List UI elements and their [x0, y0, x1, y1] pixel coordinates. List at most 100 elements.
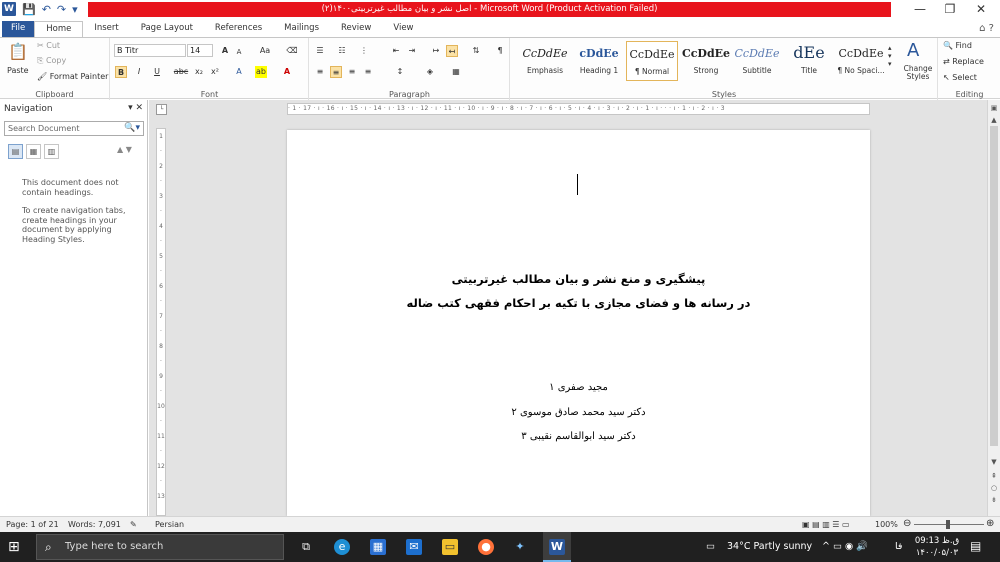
ltr-icon[interactable]: ↦ — [430, 45, 442, 57]
weather-icon[interactable]: ▭ — [706, 541, 715, 552]
word-app-icon[interactable]: W — [2, 2, 16, 16]
tab-home[interactable]: Home — [34, 21, 84, 37]
firefox-icon[interactable]: ● — [478, 539, 494, 555]
undo-icon[interactable]: ↶ — [42, 3, 51, 16]
styles-scroll-icon[interactable]: ▴ ▾ ▾ — [888, 44, 892, 68]
style-heading-1[interactable]: cDdEe Heading 1 — [573, 41, 625, 81]
copy-button[interactable]: ⎘ Copy — [37, 56, 66, 66]
navigation-arrows-icon[interactable]: ▲ ▼ — [117, 145, 132, 154]
tab-insert[interactable]: Insert — [83, 21, 129, 37]
superscript-button[interactable]: x² — [209, 66, 221, 78]
underline-button[interactable]: U — [151, 66, 163, 78]
customize-qat-icon[interactable]: ▾ — [72, 3, 78, 16]
style-normal[interactable]: CcDdEe ¶ Normal — [626, 41, 678, 81]
shrink-font-button[interactable]: A — [233, 46, 245, 58]
notifications-icon[interactable]: ▤ — [970, 539, 981, 553]
mail-icon[interactable]: ✉ — [406, 539, 422, 555]
cut-button[interactable]: ✂ Cut — [37, 41, 60, 50]
file-explorer-icon[interactable]: ▭ — [442, 539, 458, 555]
align-left-icon[interactable]: ≡ — [314, 66, 326, 78]
redo-icon[interactable]: ↷ — [57, 3, 66, 16]
tab-file[interactable]: File — [2, 21, 35, 37]
style-subtitle[interactable]: CcDdEe Subtitle — [731, 41, 783, 81]
change-case-button[interactable]: Aa — [257, 45, 273, 57]
zoom-out-icon[interactable]: ⊖ — [903, 518, 911, 529]
justify-icon[interactable]: ≡ — [362, 66, 374, 78]
paste-icon[interactable]: 📋 — [8, 42, 28, 61]
subscript-button[interactable]: x₂ — [193, 66, 205, 78]
change-styles-icon[interactable]: A — [907, 40, 919, 61]
horizontal-ruler[interactable]: · 1 · 17 · ı · 16 · ı · 15 · ı · 14 · ı … — [287, 103, 870, 115]
search-icon[interactable]: 🔍▾ — [124, 122, 140, 135]
align-center-icon[interactable]: ≡ — [330, 66, 342, 78]
scroll-up-icon[interactable]: ▲ — [988, 114, 1000, 126]
scroll-down-icon[interactable]: ▼ — [988, 456, 1000, 468]
strikethrough-button[interactable]: abc — [173, 66, 189, 78]
pages-tab-icon[interactable]: ▦ — [26, 144, 41, 159]
app-icon[interactable]: ✦ — [512, 539, 528, 555]
taskbar-search-input[interactable]: ⌕ Type here to search — [36, 534, 284, 560]
minimize-button[interactable]: — — [905, 2, 935, 16]
paste-button[interactable]: Paste — [7, 66, 29, 75]
tab-view[interactable]: View — [382, 21, 424, 37]
clock[interactable]: 09:13 ق.ظ ۱۴۰۰/۰۵/۰۳ — [912, 535, 962, 559]
headings-tab-icon[interactable]: ▤ — [8, 144, 23, 159]
scrollbar-thumb[interactable] — [990, 126, 998, 446]
page-count[interactable]: Page: 1 of 21 — [6, 520, 59, 529]
windows-start-icon[interactable]: ⊞ — [8, 539, 20, 555]
bullets-icon[interactable]: ☰ — [314, 45, 326, 57]
format-painter-button[interactable]: 🖌 Format Painter — [37, 72, 108, 81]
results-tab-icon[interactable]: ▥ — [44, 144, 59, 159]
rtl-icon[interactable]: ↤ — [446, 45, 458, 57]
clear-formatting-icon[interactable]: ⌫ — [286, 45, 298, 57]
tray-icons[interactable]: ^ ▭ ◉ 🔊 — [822, 541, 868, 552]
restore-button[interactable]: ❐ — [935, 2, 965, 16]
borders-icon[interactable]: ▦ — [450, 66, 462, 78]
tab-page-layout[interactable]: Page Layout — [130, 21, 204, 37]
browse-object-icon[interactable]: ○ — [988, 482, 1000, 494]
decrease-indent-icon[interactable]: ⇤ — [390, 45, 402, 57]
proofing-icon[interactable]: ✎ — [130, 520, 137, 529]
document-title-line-2[interactable]: در رسانه ها و فضای مجازی با تکیه بر احکا… — [287, 296, 870, 310]
input-language[interactable]: فا — [895, 541, 902, 552]
ruler-toggle-icon[interactable]: ▣ — [988, 102, 1000, 114]
change-styles-button[interactable]: Change Styles — [901, 65, 935, 81]
document-author-3[interactable]: دکتر سید ابوالقاسم نقیبی ۳ — [287, 431, 870, 442]
document-title-line-1[interactable]: پیشگیری و منع نشر و بیان مطالب غیرتربیتی — [287, 272, 870, 286]
store-icon[interactable]: ▦ — [370, 539, 386, 555]
navigation-search-input[interactable]: Search Document 🔍▾ — [4, 121, 144, 136]
navigation-close-icon[interactable]: ▾ ✕ — [128, 103, 143, 113]
italic-button[interactable]: I — [133, 66, 145, 78]
highlight-icon[interactable]: ab — [255, 66, 267, 78]
grow-font-button[interactable]: A — [219, 45, 231, 57]
zoom-level[interactable]: 100% — [875, 520, 898, 529]
show-hide-button[interactable]: ¶ — [494, 45, 506, 57]
line-spacing-icon[interactable]: ↕ — [394, 66, 406, 78]
weather-text[interactable]: 34°C Partly sunny — [727, 541, 812, 552]
previous-page-icon[interactable]: ⇞ — [988, 470, 1000, 482]
zoom-slider-thumb[interactable] — [946, 520, 950, 529]
help-icon[interactable]: ⌂ ? — [979, 23, 994, 34]
increase-indent-icon[interactable]: ⇥ — [406, 45, 418, 57]
view-buttons-icon[interactable]: ▣ ▤ ▥ ☰ ▭ — [802, 520, 850, 529]
font-name-select[interactable]: B Titr — [114, 44, 186, 57]
select-button[interactable]: ↖ Select — [943, 73, 977, 82]
vertical-scrollbar[interactable]: ▣ ▲ ▼ ⇞ ○ ⇟ — [987, 100, 1000, 516]
shading-icon[interactable]: ◈ — [424, 66, 436, 78]
next-page-icon[interactable]: ⇟ — [988, 494, 1000, 506]
font-color-icon[interactable]: A — [281, 66, 293, 78]
tab-mailings[interactable]: Mailings — [273, 21, 330, 37]
document-author-1[interactable]: مجید صفری ۱ — [287, 382, 870, 393]
bold-button[interactable]: B — [115, 66, 127, 78]
numbering-icon[interactable]: ☷ — [336, 45, 348, 57]
text-effects-icon[interactable]: A — [233, 66, 245, 78]
vertical-ruler[interactable]: 1 · 2 · 3 · 4 · 5 · 6 · 7 · 8 · 9 · 10 · 11 · 12 · 13 — [156, 128, 166, 516]
document-author-2[interactable]: دکتر سید محمد صادق موسوی ۲ — [287, 407, 870, 418]
multilevel-list-icon[interactable]: ⋮ — [358, 45, 370, 57]
font-size-select[interactable]: 14 — [187, 44, 213, 57]
replace-button[interactable]: ⇄ Replace — [943, 57, 984, 66]
style-no-spacing[interactable]: CcDdEe ¶ No Spaci... — [835, 41, 887, 81]
tab-references[interactable]: References — [204, 21, 273, 37]
style-title[interactable]: dEe Title — [783, 41, 835, 81]
language-indicator[interactable]: Persian — [155, 520, 184, 529]
